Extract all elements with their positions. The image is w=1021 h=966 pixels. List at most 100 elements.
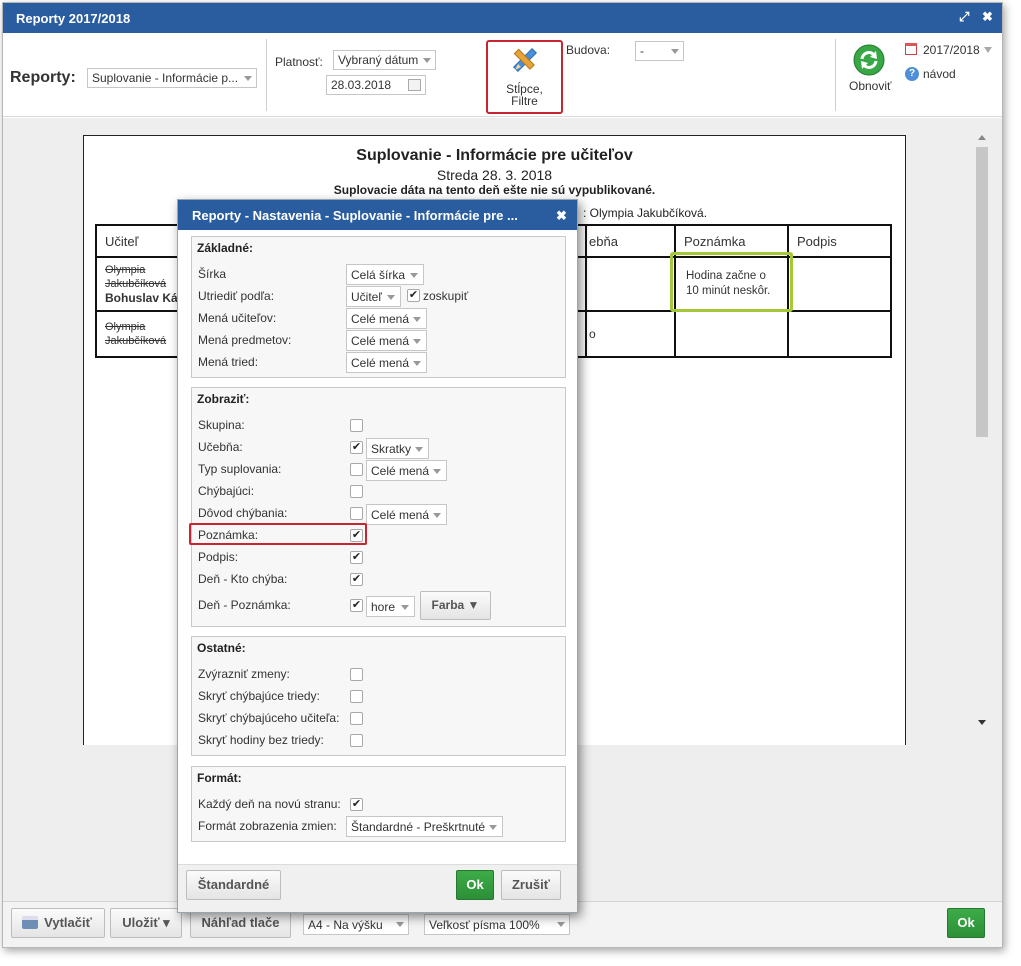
chevron-down-icon: [671, 49, 679, 54]
report-date: Streda 28. 3. 2018: [436, 167, 553, 183]
class-names-select[interactable]: Celé mená: [346, 352, 427, 373]
building-label: Budova:: [566, 43, 611, 57]
changes-format-select[interactable]: Štandardné - Preškrtnuté: [346, 816, 503, 837]
show-section: Zobraziť: Skupina: Učebňa: ✔ Skratky Typ…: [189, 387, 566, 627]
dialog-body: Základné: Šírka Celá šírka Utriediť podľ…: [178, 230, 577, 864]
day-note-checkbox[interactable]: ✔: [350, 599, 363, 612]
paper-format-value: A4 - Na výšku: [308, 918, 383, 932]
absent-teacher: Olympia Jakubčíková: [105, 321, 167, 347]
help-icon[interactable]: ?: [905, 67, 919, 81]
close-icon[interactable]: ✖: [556, 208, 567, 224]
sort-label: Utriediť podľa:: [198, 289, 275, 303]
sort-select[interactable]: Učiteľ: [346, 286, 401, 307]
hide-absent-classes-checkbox[interactable]: [350, 690, 363, 703]
signature-show-checkbox[interactable]: ✔: [350, 551, 363, 564]
font-size-select[interactable]: Veľkosť písma 100%: [424, 914, 570, 935]
hide-lessons-without-class-checkbox[interactable]: [350, 734, 363, 747]
chevron-down-icon: [401, 605, 409, 610]
building-select-value: -: [640, 44, 644, 58]
subject-names-select[interactable]: Celé mená: [346, 330, 427, 351]
day-absent-checkbox[interactable]: ✔: [350, 573, 363, 586]
validity-select[interactable]: Vybraný dátum: [333, 50, 436, 70]
day-note-position-value: hore: [371, 600, 396, 614]
day-note-position-select[interactable]: hore: [366, 596, 415, 617]
show-item-label: Skupina:: [198, 418, 245, 432]
report-notice: Suplovacie dáta na tento deň ešte nie sú…: [333, 183, 656, 197]
highlight-changes-checkbox[interactable]: [350, 668, 363, 681]
report-select[interactable]: Suplovanie - Informácie p...: [87, 68, 257, 88]
absence-reason-select[interactable]: Celé mená: [366, 504, 447, 525]
other-item-label: Skryť chýbajúceho učiteľa:: [198, 711, 340, 725]
save-button[interactable]: Uložiť ▾: [110, 908, 182, 938]
date-input[interactable]: 28.03.2018: [326, 75, 426, 95]
help-link[interactable]: návod: [923, 67, 956, 81]
new-page-label: Každý deň na novú stranu:: [198, 797, 341, 811]
chevron-down-icon: [433, 469, 441, 474]
year-label[interactable]: 2017/2018: [923, 43, 980, 57]
default-button[interactable]: Štandardné: [186, 870, 281, 900]
scrollbar-thumb[interactable]: [976, 147, 988, 437]
chevron-down-icon: [433, 513, 441, 518]
changes-format-value: Štandardné - Preškrtnuté: [351, 820, 486, 834]
teacher-names-select[interactable]: Celé mená: [346, 308, 427, 329]
substitution-type-select[interactable]: Celé mená: [366, 460, 447, 481]
reports-label: Reporty:: [10, 69, 76, 86]
chevron-down-icon: [413, 361, 421, 366]
class-names-label: Mená tried:: [198, 355, 259, 369]
absence-reason-checkbox[interactable]: [350, 507, 363, 520]
width-label: Šírka: [198, 267, 227, 281]
paper-format-select[interactable]: A4 - Na výšku: [303, 914, 409, 935]
dialog-ok-button[interactable]: Ok: [456, 870, 494, 900]
print-button[interactable]: Vytlačiť: [11, 908, 105, 938]
other-section: Ostatné: Zvýrazniť zmeny: Skryť chýbajúc…: [191, 636, 566, 756]
calendar-icon[interactable]: [408, 79, 421, 91]
hide-absent-teacher-checkbox[interactable]: [350, 712, 363, 725]
absent-checkbox[interactable]: [350, 485, 363, 498]
group-checkbox[interactable]: ✔: [407, 289, 420, 302]
signature-cell: [787, 256, 892, 312]
settings-dialog: Reporty - Nastavenia - Suplovanie - Info…: [177, 199, 578, 913]
room-cell: [585, 256, 676, 312]
teacher-names-label: Mená učiteľov:: [198, 311, 277, 325]
maximize-icon[interactable]: ⤢: [959, 9, 969, 25]
refresh-label: Obnoviť: [849, 79, 892, 93]
scroll-up-icon[interactable]: [978, 135, 986, 140]
note-text: Hodina začne o 10 minút neskôr.: [686, 270, 771, 297]
class-names-value: Celé mená: [351, 356, 410, 370]
other-item-label: Skryť hodiny bez triedy:: [198, 733, 324, 747]
note-cell: Hodina začne o 10 minút neskôr.: [670, 252, 793, 312]
toolbar-divider: [266, 39, 267, 111]
absent-teachers-line: : Olympia Jakubčíková.: [583, 206, 708, 220]
substitution-type-checkbox[interactable]: [350, 463, 363, 476]
teacher-names-value: Celé mená: [351, 312, 410, 326]
new-page-checkbox[interactable]: ✔: [350, 798, 363, 811]
vertical-scrollbar[interactable]: [973, 135, 989, 725]
scroll-down-icon[interactable]: [978, 720, 986, 725]
building-select[interactable]: -: [635, 41, 684, 61]
close-icon[interactable]: ✖: [982, 9, 993, 25]
dialog-footer: Štandardné Ok Zrušiť: [178, 864, 577, 912]
absence-reason-value: Celé mená: [371, 508, 430, 522]
window-titlebar: Reporty 2017/2018 ⤢ ✖: [3, 3, 1002, 33]
chevron-down-icon: [557, 922, 565, 927]
group-show-checkbox[interactable]: [350, 419, 363, 432]
font-size-value: Veľkosť písma 100%: [429, 918, 540, 932]
room-show-checkbox[interactable]: ✔: [350, 441, 363, 454]
note-cell: [674, 310, 789, 358]
width-select[interactable]: Celá šírka: [346, 264, 424, 285]
refresh-button[interactable]: Obnoviť: [849, 43, 892, 99]
room-format-value: Skratky: [371, 442, 412, 456]
chevron-down-icon: [423, 58, 431, 63]
chevron-down-icon[interactable]: [984, 47, 992, 53]
color-button[interactable]: Farba ▼: [420, 591, 491, 620]
show-item-label: Typ suplovania:: [198, 462, 282, 476]
show-item-label: Deň - Poznámka:: [198, 598, 291, 612]
room-format-select[interactable]: Skratky: [366, 438, 429, 459]
columns-filters-button[interactable]: Stĺpce, Filtre: [486, 40, 563, 114]
printer-icon: [22, 916, 38, 929]
ok-button[interactable]: Ok: [947, 908, 985, 938]
note-show-checkbox[interactable]: ✔: [350, 529, 363, 542]
changes-format-label: Formát zobrazenia zmien:: [198, 819, 337, 833]
chevron-down-icon: [413, 339, 421, 344]
dialog-cancel-button[interactable]: Zrušiť: [501, 870, 561, 900]
